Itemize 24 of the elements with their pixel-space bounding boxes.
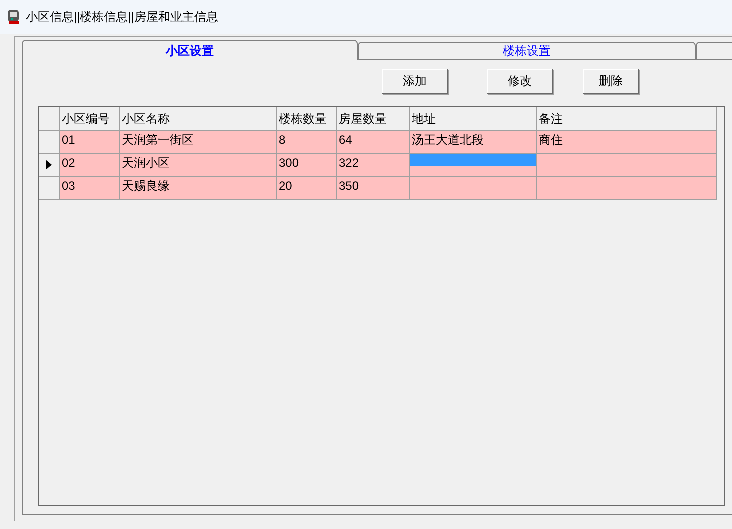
tab[interactable] (696, 42, 732, 60)
cell-text: 8 (278, 133, 287, 147)
row-header[interactable] (39, 154, 60, 177)
action-button[interactable]: 删除 (583, 68, 639, 94)
action-button[interactable]: 添加 (382, 68, 448, 94)
cell-text: 天润小区 (121, 156, 171, 170)
cell-text: 02 (61, 156, 76, 170)
cell-text: 03 (61, 179, 76, 193)
cell-text: 天润第一街区 (121, 133, 195, 147)
cell-text: 商住 (538, 133, 564, 147)
cell-text: 汤王大道北段 (411, 133, 485, 147)
app-icon (6, 9, 22, 25)
cell-text: 300 (278, 156, 300, 170)
tab[interactable]: 楼栋设置 (358, 42, 696, 60)
cell-text: 350 (338, 179, 360, 193)
action-button[interactable]: 修改 (487, 68, 553, 94)
cell-text: 64 (338, 133, 354, 147)
cell-text: 20 (278, 179, 294, 193)
current-row-icon (46, 160, 52, 170)
cell-text: 天赐良缘 (121, 179, 171, 193)
tab[interactable]: 小区设置 (22, 40, 358, 60)
window-title: 小区信息||楼栋信息||房屋和业主信息 (26, 9, 218, 26)
cell-text: 322 (338, 156, 360, 170)
cell-text: 01 (61, 133, 76, 147)
